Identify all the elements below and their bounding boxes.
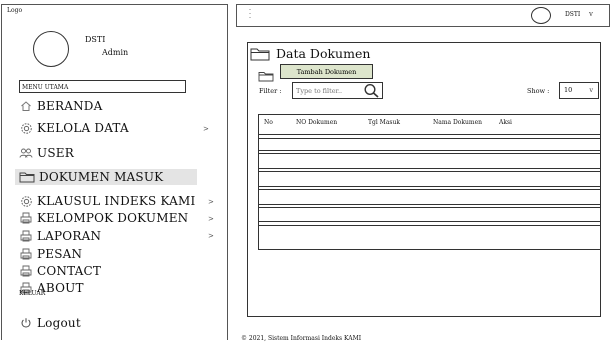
table-row-divider bbox=[259, 221, 600, 222]
add-document-button[interactable]: Tambah Dokumen bbox=[280, 64, 373, 79]
table-row-divider bbox=[259, 189, 600, 190]
sidebar-item-contact[interactable]: CONTACT bbox=[19, 263, 101, 279]
table-row-divider bbox=[259, 171, 600, 172]
column-header-nama-dokumen: Nama Dokumen bbox=[433, 119, 483, 126]
power-icon bbox=[19, 316, 33, 330]
footer-copyright: © 2021, Sistem Informasi Indeks KAMI bbox=[241, 335, 362, 342]
printer-icon bbox=[19, 264, 33, 278]
sidebar-item-dokumen-masuk[interactable]: DOKUMEN MASUK bbox=[15, 169, 197, 185]
chevron-right-icon: > bbox=[208, 232, 214, 240]
sidebar-item-label: CONTACT bbox=[37, 264, 102, 278]
chevron-down-icon: v bbox=[589, 86, 593, 94]
folder-icon bbox=[19, 170, 35, 184]
sidebar-item-label: DOKUMEN MASUK bbox=[39, 170, 164, 184]
chevron-down-icon[interactable]: v bbox=[589, 10, 593, 18]
table-row-divider bbox=[259, 225, 600, 226]
sidebar-item-beranda[interactable]: BERANDA bbox=[19, 98, 102, 114]
logo-bar: Logo bbox=[1, 4, 228, 21]
page-size-select[interactable]: 10 v bbox=[559, 82, 599, 99]
printer-icon bbox=[19, 211, 33, 225]
sidebar-item-kelola-data[interactable]: KELOLA DATA bbox=[19, 120, 129, 136]
sidebar-item-user[interactable]: USER bbox=[19, 145, 74, 161]
search-icon[interactable] bbox=[363, 83, 380, 102]
logo: Logo bbox=[7, 7, 23, 14]
chevron-right-icon: > bbox=[208, 215, 214, 223]
user-avatar[interactable] bbox=[531, 7, 551, 24]
sidebar-item-laporan[interactable]: LAPORAN bbox=[19, 228, 101, 244]
profile-name: DSTI bbox=[85, 35, 106, 44]
folder-icon bbox=[258, 67, 274, 86]
sidebar-item-label: KELOLA DATA bbox=[37, 121, 129, 135]
table-row-divider bbox=[259, 204, 600, 205]
user-name[interactable]: DSTI bbox=[565, 11, 580, 18]
table-row-divider bbox=[259, 168, 600, 169]
sidebar-item-label: USER bbox=[37, 146, 74, 160]
table-row-divider bbox=[259, 138, 600, 139]
sidebar-item-label: BERANDA bbox=[37, 99, 103, 113]
sidebar-item-kelompok[interactable]: KELOMPOK DOKUMEN bbox=[19, 210, 188, 226]
filter-label: Filter : bbox=[259, 87, 282, 95]
profile-avatar bbox=[33, 31, 69, 67]
show-label: Show : bbox=[527, 87, 550, 95]
profile-role: Admin bbox=[102, 48, 129, 57]
page-title: Data Dokumen bbox=[276, 46, 371, 61]
printer-icon bbox=[19, 229, 33, 243]
table-row-divider bbox=[259, 153, 600, 154]
top-bar: --- DSTI v bbox=[236, 4, 610, 27]
logout-label: Logout bbox=[37, 316, 81, 330]
column-header-tgl-masuk: Tgl Masuk bbox=[368, 119, 400, 126]
table-row-divider bbox=[259, 134, 600, 135]
documents-table: No NO Dokumen Tgl Masuk Nama Dokumen Aks… bbox=[258, 114, 601, 250]
sidebar-item-label: LAPORAN bbox=[37, 229, 102, 243]
table-row-divider bbox=[259, 150, 600, 151]
table-row-divider bbox=[259, 207, 600, 208]
table-row-divider bbox=[259, 186, 600, 187]
hamburger-icon[interactable]: --- bbox=[249, 7, 254, 21]
menu-section-label: MENU UTAMA bbox=[19, 80, 186, 93]
sidebar-item-klausul[interactable]: KLAUSUL INDEKS KAMI bbox=[19, 193, 195, 209]
folder-icon bbox=[250, 46, 270, 65]
chevron-right-icon: > bbox=[208, 198, 214, 206]
sidebar-item-pesan[interactable]: PESAN bbox=[19, 246, 82, 262]
column-header-no-dokumen: NO Dokumen bbox=[296, 119, 338, 126]
chevron-right-icon: > bbox=[203, 125, 209, 133]
column-header-aksi: Aksi bbox=[499, 119, 512, 126]
sidebar-item-label: PESAN bbox=[37, 247, 83, 261]
printer-icon bbox=[19, 247, 33, 261]
page-size-value: 10 bbox=[564, 86, 573, 94]
users-icon bbox=[19, 146, 33, 160]
home-icon bbox=[19, 99, 33, 113]
logout-button[interactable]: Logout bbox=[19, 315, 81, 331]
sidebar-item-label: KLAUSUL INDEKS KAMI bbox=[37, 194, 196, 208]
sidebar-item-label: KELOMPOK DOKUMEN bbox=[37, 211, 189, 225]
exit-label: KELUAR bbox=[19, 290, 46, 297]
gear-icon bbox=[19, 194, 33, 208]
gear-icon bbox=[19, 121, 33, 135]
column-header-no: No bbox=[264, 119, 273, 126]
